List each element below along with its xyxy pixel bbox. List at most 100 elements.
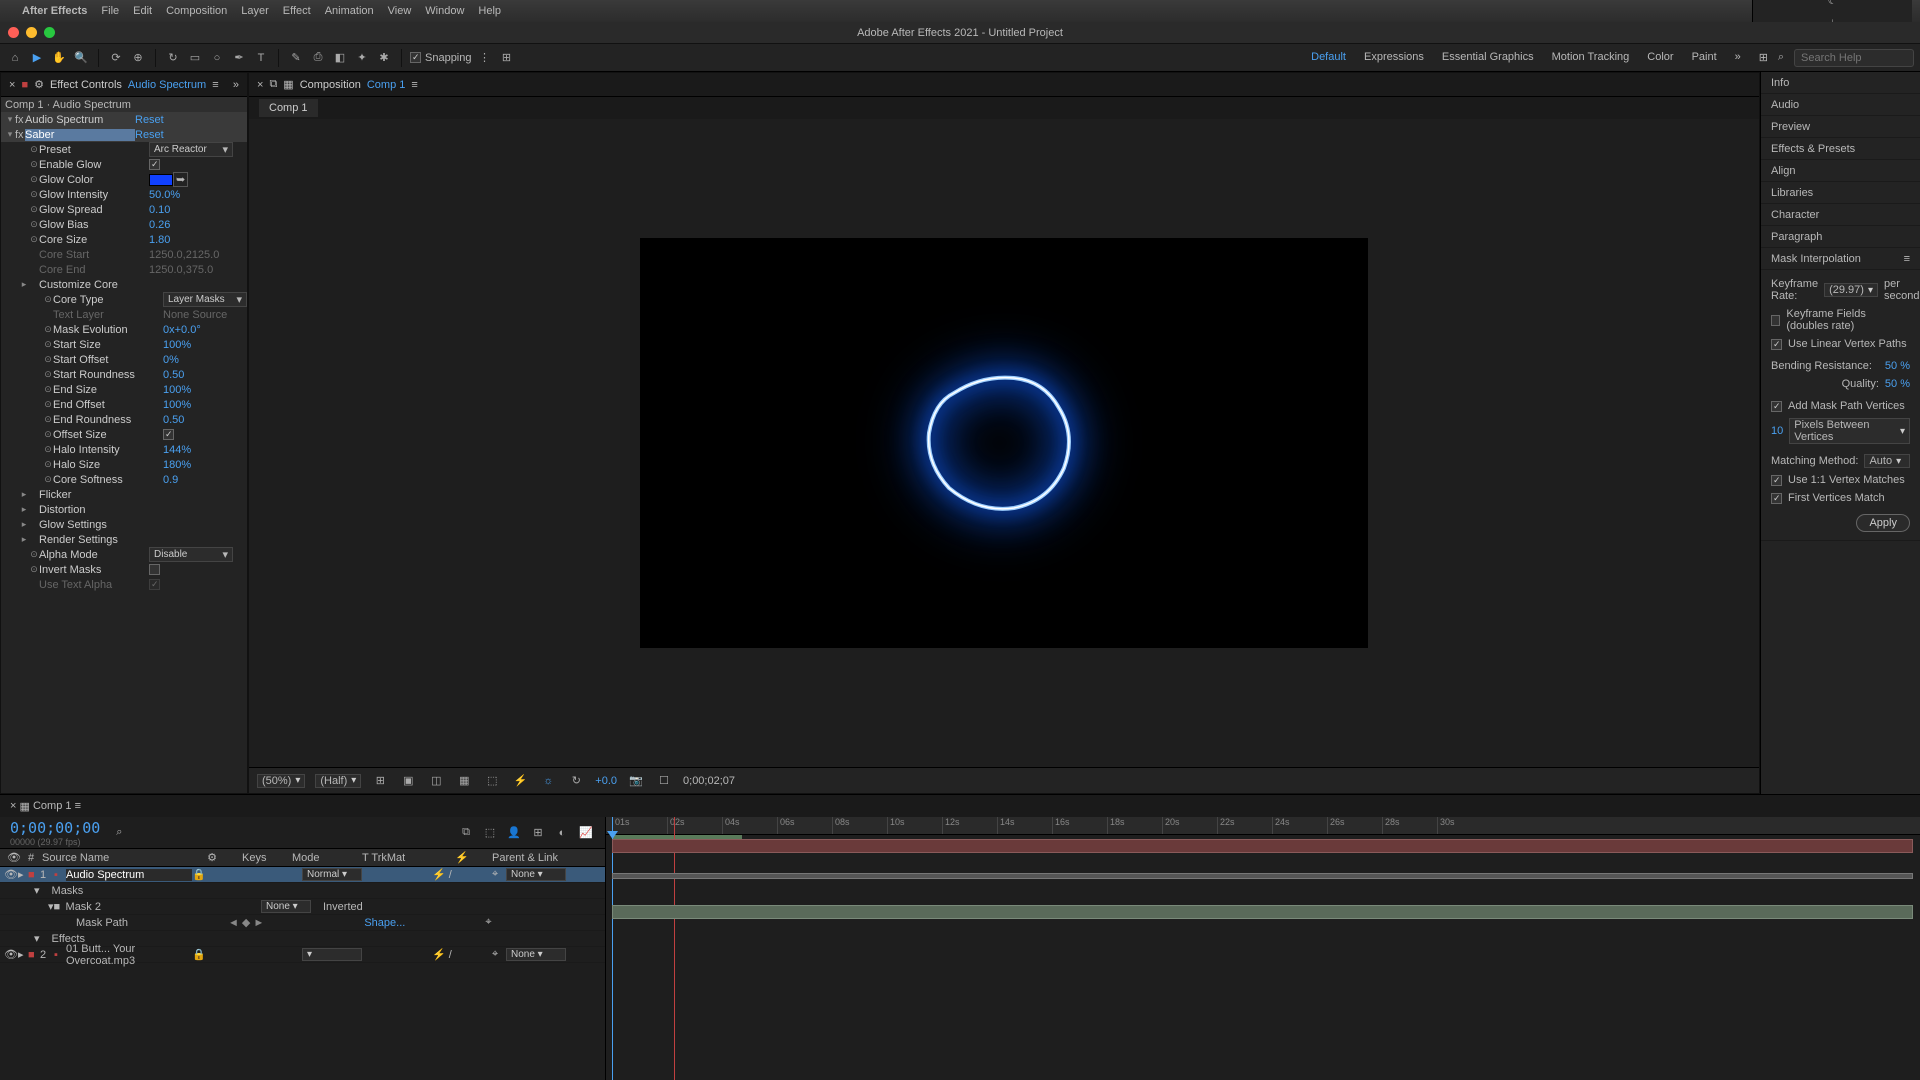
exposure-value[interactable]: +0.0 — [595, 775, 617, 787]
effect-property[interactable]: ⊙Glow Spread0.10 — [1, 202, 247, 217]
effect-property[interactable]: ▸Customize Core — [1, 277, 247, 292]
mask-interpolation-tab[interactable]: Mask Interpolation≡ — [1761, 248, 1920, 270]
audio-layer-bar[interactable] — [612, 905, 1913, 919]
effect-property[interactable]: ⊙Invert Masks — [1, 562, 247, 577]
effect-property[interactable]: ⊙Core TypeLayer Masks ▾ — [1, 292, 247, 307]
mask-bar[interactable] — [612, 873, 1913, 879]
moon-icon[interactable]: ☾ — [1828, 0, 1838, 7]
effect-property[interactable]: ⊙Glow Intensity50.0% — [1, 187, 247, 202]
preview-panel-tab[interactable]: Preview — [1761, 116, 1920, 138]
search-icon[interactable]: ⌕ — [1772, 49, 1790, 67]
quality-value[interactable]: 50 % — [1885, 378, 1910, 390]
effect-property[interactable]: ⊙End Roundness0.50 — [1, 412, 247, 427]
effect-property[interactable]: Use Text Alpha — [1, 577, 247, 592]
menu-layer[interactable]: Layer — [241, 5, 269, 17]
region-icon[interactable]: ◫ — [427, 772, 445, 790]
workspace-essential-graphics[interactable]: Essential Graphics — [1442, 51, 1534, 64]
audio-panel-tab[interactable]: Audio — [1761, 94, 1920, 116]
effect-property[interactable]: ⊙End Size100% — [1, 382, 247, 397]
current-time-indicator[interactable] — [674, 817, 675, 1080]
menu-composition[interactable]: Composition — [166, 5, 227, 17]
preview-timecode[interactable]: 0;00;02;07 — [683, 775, 735, 787]
workspace-overflow-icon[interactable]: » — [1735, 51, 1741, 64]
comp-mini-flowchart-icon[interactable]: ⧉ — [457, 824, 475, 842]
effect-property[interactable]: ⊙Offset Size — [1, 427, 247, 442]
menu-animation[interactable]: Animation — [325, 5, 374, 17]
workspace-color[interactable]: Color — [1647, 51, 1673, 64]
pen-tool-icon[interactable]: ✒ — [230, 49, 248, 67]
timeline-layer-row[interactable]: 👁▸■1▪Audio Spectrum🔒Normal ▾⚡ /⌖None ▾ — [0, 867, 605, 883]
effect-property[interactable]: ⊙End Offset100% — [1, 397, 247, 412]
keyframe-fields-checkbox[interactable] — [1771, 315, 1780, 326]
zoom-dropdown[interactable]: (50%) ▾ — [257, 774, 305, 788]
timeline-child-row[interactable]: ▾Masks — [0, 883, 605, 899]
matching-method-dropdown[interactable]: Auto ▾ — [1864, 454, 1910, 468]
fast-preview-icon[interactable]: ↻ — [567, 772, 585, 790]
effect-property[interactable]: ▸Glow Settings — [1, 517, 247, 532]
snap-opt-icon[interactable]: ⋮ — [476, 49, 494, 67]
vertex-count[interactable]: 10 — [1771, 425, 1783, 437]
menu-effect[interactable]: Effect — [283, 5, 311, 17]
workspace-expressions[interactable]: Expressions — [1364, 51, 1424, 64]
effect-property[interactable]: ▸Distortion — [1, 502, 247, 517]
clone-tool-icon[interactable]: ⎙ — [309, 49, 327, 67]
workspace-reset-icon[interactable]: ⊞ — [1759, 51, 1768, 64]
grid-icon[interactable]: ⊞ — [371, 772, 389, 790]
panel-menu-icon[interactable]: ≡ — [212, 79, 218, 91]
paragraph-panel-tab[interactable]: Paragraph — [1761, 226, 1920, 248]
composition-viewer[interactable] — [249, 119, 1759, 767]
panel-menu-icon[interactable]: ≡ — [411, 79, 417, 91]
snapping-checkbox[interactable] — [410, 52, 421, 63]
effect-property[interactable]: ⊙PresetArc Reactor ▾ — [1, 142, 247, 157]
libraries-panel-tab[interactable]: Libraries — [1761, 182, 1920, 204]
timeline-tab[interactable]: Comp 1 — [33, 800, 72, 812]
vertex-mode-dropdown[interactable]: Pixels Between Vertices ▾ — [1789, 418, 1910, 444]
orbit-tool-icon[interactable]: ⟳ — [107, 49, 125, 67]
zoom-icon[interactable] — [44, 27, 55, 38]
bending-value[interactable]: 50 % — [1885, 360, 1910, 372]
effect-property[interactable]: ⊙Glow Bias0.26 — [1, 217, 247, 232]
menu-edit[interactable]: Edit — [133, 5, 152, 17]
layer-icon[interactable]: ▦ — [283, 78, 293, 91]
pan-behind-tool-icon[interactable]: ⊕ — [129, 49, 147, 67]
character-panel-tab[interactable]: Character — [1761, 204, 1920, 226]
resolution-dropdown[interactable]: (Half) ▾ — [315, 774, 361, 788]
composition-name[interactable]: Comp 1 — [367, 79, 406, 91]
comp-icon[interactable]: ▦ — [20, 800, 30, 813]
effect-property[interactable]: ⊙Halo Size180% — [1, 457, 247, 472]
effect-property[interactable]: ⊙Start Roundness0.50 — [1, 367, 247, 382]
project-icon[interactable]: ■ — [21, 79, 28, 91]
snapshot-icon[interactable]: 📷 — [627, 772, 645, 790]
workspace-paint[interactable]: Paint — [1692, 51, 1717, 64]
menu-window[interactable]: Window — [425, 5, 464, 17]
transparency-grid-icon[interactable]: ▦ — [455, 772, 473, 790]
effect-property[interactable]: ⊙Core Softness0.9 — [1, 472, 247, 487]
panel-menu-icon[interactable]: ≡ — [1904, 253, 1910, 265]
effect-property[interactable]: ⊙Alpha ModeDisable ▾ — [1, 547, 247, 562]
brush-tool-icon[interactable]: ✎ — [287, 49, 305, 67]
renderer-icon[interactable]: ☼ — [539, 772, 557, 790]
effect-property[interactable]: Core Start1250.0,2125.0 — [1, 247, 247, 262]
effect-property[interactable]: ⊙Core Size1.80 — [1, 232, 247, 247]
apply-button[interactable]: Apply — [1856, 514, 1910, 532]
menu-help[interactable]: Help — [478, 5, 501, 17]
rotate-tool-icon[interactable]: ↻ — [164, 49, 182, 67]
timeline-layer-row[interactable]: 👁▸■2▪01 Butt... Your Overcoat.mp3🔒 ▾⚡ /⌖… — [0, 947, 605, 963]
add-vertices-checkbox[interactable] — [1771, 401, 1782, 412]
effect-property[interactable]: Text LayerNone Source — [1, 307, 247, 322]
zoom-tool-icon[interactable]: 🔍 — [72, 49, 90, 67]
menu-file[interactable]: File — [101, 5, 119, 17]
ellipse-tool-icon[interactable]: ○ — [208, 49, 226, 67]
effect-property[interactable]: ⊙Enable Glow — [1, 157, 247, 172]
layer-bar[interactable] — [612, 839, 1913, 853]
3d-view-icon[interactable]: ⬚ — [483, 772, 501, 790]
draft3d-icon[interactable]: ⚡ — [511, 772, 529, 790]
effect-property[interactable]: Core End1250.0,375.0 — [1, 262, 247, 277]
workspace-motion-tracking[interactable]: Motion Tracking — [1552, 51, 1630, 64]
puppet-tool-icon[interactable]: ✱ — [375, 49, 393, 67]
playhead[interactable] — [612, 817, 613, 1080]
toggle-mask-icon[interactable]: ▣ — [399, 772, 417, 790]
minimize-icon[interactable] — [26, 27, 37, 38]
type-tool-icon[interactable]: T — [252, 49, 270, 67]
graph-editor-icon[interactable]: 📈 — [577, 824, 595, 842]
